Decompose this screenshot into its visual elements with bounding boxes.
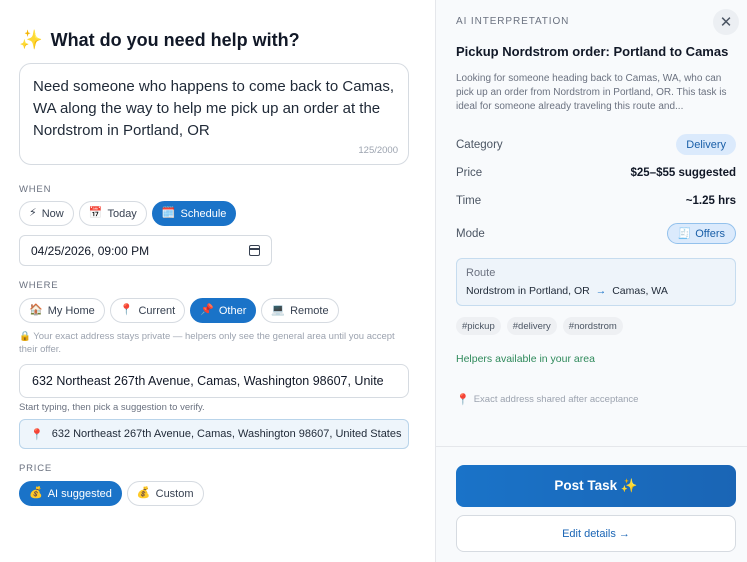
price-custom-label: Custom bbox=[155, 487, 194, 500]
edit-details-button[interactable]: Edit details → bbox=[456, 515, 736, 552]
location-pin-icon: 📍 bbox=[30, 428, 44, 441]
time-value: ~1.25 hrs bbox=[685, 195, 736, 207]
datetime-value: 04/25/2026, 09:00 PM bbox=[31, 243, 150, 258]
money-bag-icon: 💰 bbox=[136, 487, 151, 499]
address-input[interactable]: 632 Northeast 267th Avenue, Camas, Washi… bbox=[19, 364, 409, 398]
when-today-label: Today bbox=[107, 207, 137, 220]
price-custom-button[interactable]: 💰 Custom bbox=[126, 481, 204, 506]
route-from: Nordstrom in Portland, OR bbox=[466, 285, 590, 297]
task-summary: Looking for someone heading back to Cama… bbox=[456, 73, 727, 112]
ai-section-label: AI INTERPRETATION bbox=[456, 16, 570, 27]
task-description-textarea[interactable]: Need someone who happens to come back to… bbox=[19, 63, 409, 165]
where-my-home-button[interactable]: 🏠 My Home bbox=[19, 298, 105, 323]
when-label: WHEN bbox=[19, 184, 52, 195]
verified-address-text: 632 Northeast 267th Avenue, Camas, Washi… bbox=[51, 428, 402, 440]
page-title: What do you need help with? bbox=[50, 30, 300, 50]
tag: #delivery bbox=[506, 317, 557, 335]
schedule-calendar-icon: 🗓️ bbox=[161, 207, 176, 219]
when-now-button[interactable]: ⚡ Now bbox=[19, 201, 74, 226]
when-today-button[interactable]: 📅 Today bbox=[78, 201, 147, 226]
exact-address-note: 📍 Exact address shared after acceptance bbox=[456, 393, 638, 406]
mode-value: Offers bbox=[695, 227, 725, 240]
where-remote-button[interactable]: 💻 Remote bbox=[261, 298, 339, 323]
task-title: Pickup Nordstrom order: Portland to Cama… bbox=[456, 44, 729, 59]
location-pin-icon: 📍 bbox=[456, 394, 470, 406]
when-schedule-label: Schedule bbox=[180, 207, 227, 220]
tag: #pickup bbox=[456, 317, 501, 335]
datetime-input[interactable]: 04/25/2026, 09:00 PM bbox=[19, 235, 272, 266]
location-pin-icon: 📍 bbox=[119, 304, 134, 316]
route-to: Camas, WA bbox=[612, 285, 668, 297]
where-current-label: Current bbox=[138, 304, 176, 317]
calendar-picker-icon[interactable] bbox=[249, 245, 260, 256]
address-hint: Start typing, then pick a suggestion to … bbox=[19, 402, 205, 413]
mode-badge[interactable]: 🧾 Offers bbox=[666, 223, 736, 244]
category-badge[interactable]: Delivery bbox=[676, 134, 736, 155]
address-suggestion[interactable]: 📍 632 Northeast 267th Avenue, Camas, Was… bbox=[19, 419, 409, 449]
where-other-button[interactable]: 📌 Other bbox=[190, 298, 257, 323]
category-row: Category Delivery bbox=[456, 134, 736, 155]
when-now-label: Now bbox=[41, 207, 64, 220]
arrow-right-icon: → bbox=[595, 285, 607, 297]
time-label: Time bbox=[456, 195, 482, 207]
money-bag-icon: 💰 bbox=[29, 487, 43, 499]
price-ai-suggested-button[interactable]: 💰 AI suggested bbox=[19, 481, 122, 506]
where-current-button[interactable]: 📍 Current bbox=[109, 298, 186, 323]
close-icon: ✕ bbox=[719, 13, 733, 31]
receipt-icon: 🧾 bbox=[677, 228, 692, 240]
route-box: Route Nordstrom in Portland, OR → Camas,… bbox=[456, 258, 736, 306]
close-button[interactable]: ✕ bbox=[713, 9, 739, 35]
lightning-icon: ⚡ bbox=[29, 207, 37, 219]
price-row: Price $25–$55 suggested bbox=[456, 167, 736, 179]
tag: #nordstrom bbox=[562, 317, 623, 335]
price-ai-suggested-label: AI suggested bbox=[47, 487, 112, 500]
exact-address-text: Exact address shared after acceptance bbox=[473, 394, 639, 405]
sparkles-icon: ✨ bbox=[19, 30, 43, 51]
ai-interpretation-panel: AI INTERPRETATION ✕ Pickup Nordstrom ord… bbox=[435, 0, 747, 562]
mode-row: Mode 🧾 Offers bbox=[456, 223, 736, 244]
route-value: Nordstrom in Portland, OR → Camas, WA bbox=[466, 285, 726, 297]
character-count: 125/2000 bbox=[358, 145, 398, 156]
where-other-label: Other bbox=[218, 304, 247, 317]
when-schedule-button[interactable]: 🗓️ Schedule bbox=[151, 201, 237, 226]
when-options: ⚡ Now 📅 Today 🗓️ Schedule bbox=[19, 201, 237, 226]
form-heading: ✨ What do you need help with? bbox=[19, 30, 300, 51]
where-label: WHERE bbox=[19, 280, 59, 291]
price-value: $25–$55 suggested bbox=[630, 167, 736, 179]
price-row-label: Price bbox=[456, 167, 483, 179]
laptop-icon: 💻 bbox=[271, 304, 286, 316]
where-remote-label: Remote bbox=[290, 304, 329, 317]
price-label: PRICE bbox=[19, 463, 53, 474]
mode-label: Mode bbox=[456, 227, 485, 240]
pushpin-icon: 📌 bbox=[200, 304, 214, 316]
where-options: 🏠 My Home 📍 Current 📌 Other 💻 Remote bbox=[19, 298, 339, 323]
calendar-icon: 📅 bbox=[88, 207, 103, 219]
availability-note: Helpers available in your area bbox=[456, 353, 595, 365]
task-description-text: Need someone who happens to come back to… bbox=[33, 78, 395, 139]
tag-list: #pickup #delivery #nordstrom bbox=[456, 317, 623, 335]
where-my-home-label: My Home bbox=[47, 304, 95, 317]
task-form-panel: ✨ What do you need help with? Need someo… bbox=[0, 0, 435, 562]
home-icon: 🏠 bbox=[29, 304, 43, 316]
price-options: 💰 AI suggested 💰 Custom bbox=[19, 481, 204, 506]
category-label: Category bbox=[456, 138, 503, 151]
time-row: Time ~1.25 hrs bbox=[456, 195, 736, 207]
panel-footer: Post Task ✨ Edit details → bbox=[436, 446, 747, 562]
privacy-note: 🔒 Your exact address stays private — hel… bbox=[19, 331, 395, 355]
post-task-button[interactable]: Post Task ✨ bbox=[456, 465, 736, 507]
route-label: Route bbox=[466, 267, 496, 279]
